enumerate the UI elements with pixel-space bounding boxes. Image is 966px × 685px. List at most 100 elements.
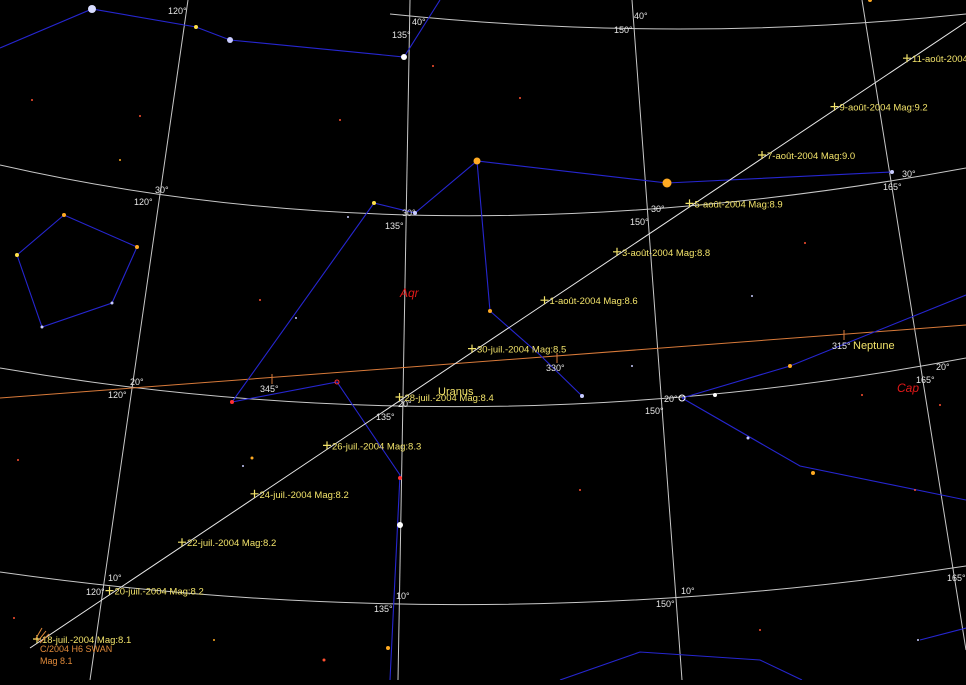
star — [17, 459, 19, 461]
grid-label: 165° — [947, 573, 966, 583]
grid-label: 135° — [374, 604, 393, 614]
constellation-label-cap: Cap — [897, 381, 919, 395]
constellation-label-aqr: Aqr — [399, 286, 420, 300]
sky-chart[interactable]: 120° 135° 40° 40° 150° 30° 120° 30° 135°… — [0, 0, 966, 681]
star — [230, 400, 234, 404]
grid-label: 120° — [134, 197, 153, 207]
comet-track-labels: 18-juil.-2004 Mag:8.120-juil.-2004 Mag:8… — [42, 54, 966, 646]
star — [662, 178, 672, 188]
star — [15, 253, 19, 257]
track-marker — [903, 54, 911, 63]
grid-label: 135° — [392, 30, 411, 40]
star — [13, 617, 15, 619]
star — [386, 646, 390, 650]
star — [759, 629, 761, 631]
ecliptic-label: 345° — [260, 384, 279, 394]
grid-label: 10° — [681, 586, 695, 596]
star — [322, 658, 326, 662]
star — [473, 157, 481, 165]
track-label: 22-juil.-2004 Mag:8.2 — [187, 538, 276, 549]
track-label: 28-juil.-2004 Mag:8.4 — [405, 393, 494, 404]
star — [31, 99, 33, 101]
grid-label: 120° — [168, 6, 187, 16]
star — [213, 639, 215, 641]
comet-magnitude: Mag 8.1 — [40, 656, 73, 666]
ecliptic — [0, 324, 966, 399]
sky-chart-svg[interactable]: 120° 135° 40° 40° 150° 30° 120° 30° 135°… — [0, 0, 966, 681]
declination-line-40 — [389, 13, 966, 30]
track-label: 7-août-2004 Mag:9.0 — [767, 151, 855, 162]
star — [40, 325, 44, 329]
star — [227, 37, 233, 43]
grid-label: 10° — [396, 591, 410, 601]
star — [194, 25, 198, 29]
grid-label: 30° — [902, 169, 916, 179]
ra-line-150 — [631, 0, 683, 681]
constellation-lines — [0, 0, 966, 681]
track-marker — [250, 489, 259, 498]
star — [804, 242, 806, 244]
star — [339, 119, 341, 121]
track-marker — [830, 102, 839, 111]
ra-line-165 — [861, 0, 966, 651]
star — [713, 393, 717, 397]
ra-line-135 — [397, 0, 411, 681]
star — [398, 476, 402, 480]
star — [401, 54, 407, 60]
grid-label: 20° — [664, 394, 678, 404]
star — [868, 0, 872, 2]
star — [139, 115, 141, 117]
star — [432, 65, 434, 67]
constellation-line-aqr-c — [231, 381, 401, 681]
star — [631, 365, 633, 367]
constellation-line-north — [0, 0, 441, 58]
star — [259, 299, 261, 301]
planet-label-neptune[interactable]: Neptune — [853, 340, 895, 352]
track-label: 20-juil.-2004 Mag:8.2 — [115, 587, 204, 598]
ecliptic-label: 330° — [546, 363, 565, 373]
star — [751, 295, 753, 297]
grid-label: 150° — [656, 599, 675, 609]
grid-label: 40° — [634, 11, 648, 21]
constellation-line-cap-b — [681, 397, 966, 501]
constellation-line-peg — [16, 214, 138, 328]
declination-line-10 — [0, 565, 966, 606]
track-marker — [758, 151, 766, 159]
star — [295, 317, 297, 319]
track-marker — [540, 296, 549, 305]
star — [347, 216, 349, 218]
star — [62, 213, 66, 217]
star — [488, 309, 492, 313]
star — [811, 471, 815, 475]
grid-label: 40° — [412, 17, 426, 27]
track-marker — [613, 247, 621, 256]
track-label: 30-juil.-2004 Mag:8.5 — [477, 345, 566, 356]
grid-label: 30° — [402, 208, 416, 218]
track-label: 3-août-2004 Mag:8.8 — [622, 248, 710, 259]
star — [250, 456, 254, 460]
track-label: 26-juil.-2004 Mag:8.3 — [332, 441, 421, 452]
star — [890, 170, 894, 174]
grid-label: 120° — [86, 587, 105, 597]
right-ascension-lines — [89, 0, 966, 681]
star — [372, 201, 376, 205]
star — [119, 159, 121, 161]
grid-label: 30° — [651, 204, 665, 214]
declination-lines — [0, 13, 966, 606]
constellation-line-corner — [919, 627, 966, 641]
comet-name: C/2004 H6 SWAN — [40, 644, 112, 654]
track-label: 9-août-2004 Mag:9.2 — [840, 103, 928, 114]
grid-label: 10° — [108, 573, 122, 583]
track-label: 24-juil.-2004 Mag:8.2 — [260, 490, 349, 501]
declination-line-30 — [0, 164, 966, 217]
grid-label: 135° — [385, 221, 404, 231]
grid-label: 20° — [130, 377, 144, 387]
star — [397, 522, 403, 528]
star — [917, 639, 919, 641]
grid-label: 135° — [376, 412, 395, 422]
track-label: 11-août-2004 Mag:9.4 — [912, 54, 966, 65]
grid-label: 165° — [883, 182, 902, 192]
comet-track-line — [29, 21, 966, 649]
grid-label: 150° — [630, 217, 649, 227]
star — [788, 364, 792, 368]
